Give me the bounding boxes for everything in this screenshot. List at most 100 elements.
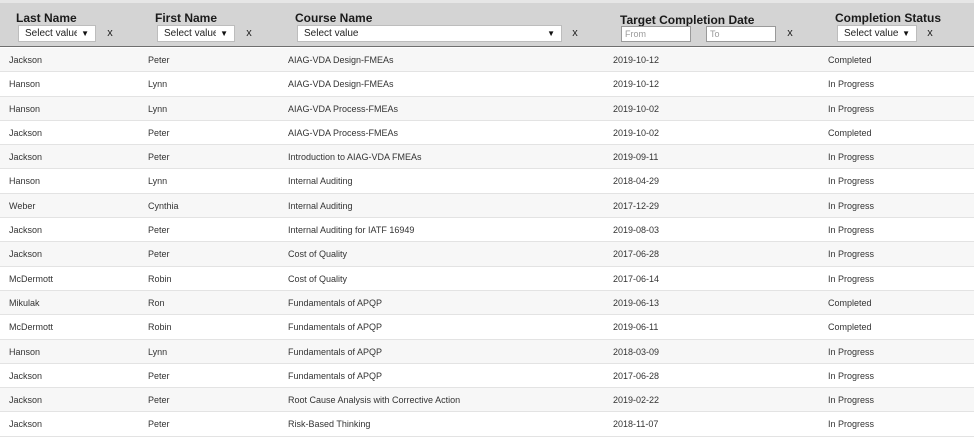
- cell-completion-status: Completed: [828, 297, 872, 308]
- table-row[interactable]: Jackson Peter Risk-Based Thinking 2018-1…: [0, 412, 974, 437]
- cell-last-name: Jackson: [9, 395, 43, 406]
- cell-completion-status: In Progress: [828, 249, 875, 260]
- cell-course-name: Internal Auditing for IATF 16949: [288, 225, 415, 236]
- table-row[interactable]: Jackson Peter AIAG-VDA Process-FMEAs 201…: [0, 121, 974, 146]
- cell-target-date: 2017-06-28: [613, 249, 660, 260]
- last-name-filter-select[interactable]: Select value ▼: [18, 25, 96, 42]
- table-row[interactable]: McDermott Robin Fundamentals of APQP 201…: [0, 315, 974, 340]
- cell-target-date: 2018-03-09: [613, 346, 660, 357]
- table-row[interactable]: Jackson Peter AIAG-VDA Design-FMEAs 2019…: [0, 48, 974, 73]
- cell-target-date: 2018-04-29: [613, 176, 660, 187]
- first-name-filter-select[interactable]: Select value ▼: [157, 25, 235, 42]
- status-filter-value: Select value: [844, 28, 899, 39]
- cell-completion-status: In Progress: [828, 200, 875, 211]
- cell-first-name: Robin: [148, 322, 172, 333]
- cell-first-name: Robin: [148, 273, 172, 284]
- cell-course-name: Cost of Quality: [288, 273, 348, 284]
- header-target-date[interactable]: Target Completion Date: [620, 13, 754, 27]
- cell-target-date: 2017-12-29: [613, 200, 660, 211]
- cell-completion-status: In Progress: [828, 273, 875, 284]
- cell-first-name: Lynn: [148, 79, 168, 90]
- cell-last-name: Jackson: [9, 152, 43, 163]
- cell-completion-status: Completed: [828, 322, 872, 333]
- header-course-name[interactable]: Course Name: [295, 11, 372, 25]
- last-name-clear-button[interactable]: x: [102, 25, 118, 42]
- cell-last-name: Hanson: [9, 79, 41, 90]
- target-date-clear-button[interactable]: x: [782, 25, 798, 42]
- table-row[interactable]: Weber Cynthia Internal Auditing 2017-12-…: [0, 193, 974, 219]
- target-date-from-input[interactable]: [621, 26, 691, 42]
- cell-last-name: Hanson: [9, 176, 41, 187]
- cell-last-name: Mikulak: [9, 297, 40, 308]
- cell-first-name: Lynn: [148, 346, 168, 357]
- cell-course-name: Fundamentals of APQP: [288, 346, 383, 357]
- cell-first-name: Peter: [148, 395, 170, 406]
- table-row[interactable]: Hanson Lynn AIAG-VDA Process-FMEAs 2019-…: [0, 96, 974, 121]
- header-last-name[interactable]: Last Name: [16, 11, 77, 25]
- cell-completion-status: Completed: [828, 55, 872, 65]
- cell-last-name: Jackson: [9, 55, 43, 65]
- cell-course-name: AIAG-VDA Process-FMEAs: [288, 127, 399, 138]
- cell-course-name: Cost of Quality: [288, 249, 348, 260]
- cell-first-name: Lynn: [148, 103, 168, 114]
- chevron-down-icon: ▼: [902, 29, 910, 38]
- course-name-filter-select[interactable]: Select value ▼: [297, 25, 562, 42]
- table-row[interactable]: McDermott Robin Cost of Quality 2017-06-…: [0, 267, 974, 291]
- cell-target-date: 2019-10-12: [613, 55, 660, 65]
- cell-course-name: Fundamentals of APQP: [288, 322, 383, 333]
- header-completion-status[interactable]: Completion Status: [835, 11, 941, 25]
- cell-first-name: Lynn: [148, 176, 168, 187]
- first-name-filter-value: Select value: [164, 28, 217, 39]
- cell-course-name: AIAG-VDA Design-FMEAs: [288, 55, 394, 65]
- status-clear-button[interactable]: x: [922, 25, 938, 42]
- cell-completion-status: In Progress: [828, 176, 875, 187]
- first-name-clear-button[interactable]: x: [241, 25, 257, 42]
- target-date-to-input[interactable]: [706, 26, 776, 42]
- cell-last-name: Jackson: [9, 249, 43, 260]
- cell-completion-status: In Progress: [828, 152, 875, 163]
- table-row[interactable]: Mikulak Ron Fundamentals of APQP 2019-06…: [0, 290, 974, 316]
- cell-first-name: Peter: [148, 152, 170, 163]
- cell-completion-status: In Progress: [828, 225, 875, 236]
- cell-last-name: Jackson: [9, 127, 43, 138]
- cell-target-date: 2019-10-02: [613, 127, 660, 138]
- cell-first-name: Peter: [148, 127, 170, 138]
- cell-course-name: AIAG-VDA Design-FMEAs: [288, 79, 394, 90]
- cell-last-name: Jackson: [9, 370, 43, 381]
- table-row[interactable]: Jackson Peter Internal Auditing for IATF…: [0, 218, 974, 243]
- cell-course-name: Fundamentals of APQP: [288, 370, 383, 381]
- cell-target-date: 2019-10-12: [613, 79, 660, 90]
- chevron-down-icon: ▼: [81, 29, 89, 38]
- cell-first-name: Peter: [148, 249, 170, 260]
- cell-first-name: Cynthia: [148, 200, 179, 211]
- cell-last-name: Hanson: [9, 346, 41, 357]
- course-name-filter-value: Select value: [304, 28, 359, 39]
- grid-body: Jackson Peter AIAG-VDA Design-FMEAs 2019…: [0, 48, 974, 437]
- cell-target-date: 2019-09-11: [613, 152, 659, 163]
- cell-course-name: AIAG-VDA Process-FMEAs: [288, 103, 399, 114]
- cell-target-date: 2019-02-22: [613, 395, 660, 406]
- table-row[interactable]: Hanson Lynn Internal Auditing 2018-04-29…: [0, 169, 974, 194]
- cell-completion-status: Completed: [828, 127, 872, 138]
- cell-target-date: 2019-10-02: [613, 103, 660, 114]
- chevron-down-icon: ▼: [220, 29, 228, 38]
- training-grid: Last Name Select value ▼ x First Name Se…: [0, 0, 974, 437]
- course-name-clear-button[interactable]: x: [567, 25, 583, 42]
- table-row[interactable]: Jackson Peter Fundamentals of APQP 2017-…: [0, 364, 974, 389]
- table-row[interactable]: Jackson Peter Introduction to AIAG-VDA F…: [0, 145, 974, 170]
- cell-target-date: 2017-06-14: [613, 273, 660, 284]
- header-first-name[interactable]: First Name: [155, 11, 217, 25]
- cell-course-name: Root Cause Analysis with Corrective Acti…: [288, 395, 461, 406]
- cell-target-date: 2019-06-13: [613, 297, 660, 308]
- cell-course-name: Introduction to AIAG-VDA FMEAs: [288, 152, 422, 163]
- cell-target-date: 2017-06-28: [613, 370, 660, 381]
- table-row[interactable]: Jackson Peter Root Cause Analysis with C…: [0, 388, 974, 413]
- status-filter-select[interactable]: Select value ▼: [837, 25, 917, 42]
- table-row[interactable]: Hanson Lynn AIAG-VDA Design-FMEAs 2019-1…: [0, 72, 974, 97]
- cell-last-name: Hanson: [9, 103, 41, 114]
- table-row[interactable]: Jackson Peter Cost of Quality 2017-06-28…: [0, 242, 974, 267]
- table-row[interactable]: Hanson Lynn Fundamentals of APQP 2018-03…: [0, 339, 974, 364]
- cell-completion-status: In Progress: [828, 103, 875, 114]
- cell-completion-status: In Progress: [828, 395, 875, 406]
- cell-target-date: 2019-08-03: [613, 225, 660, 236]
